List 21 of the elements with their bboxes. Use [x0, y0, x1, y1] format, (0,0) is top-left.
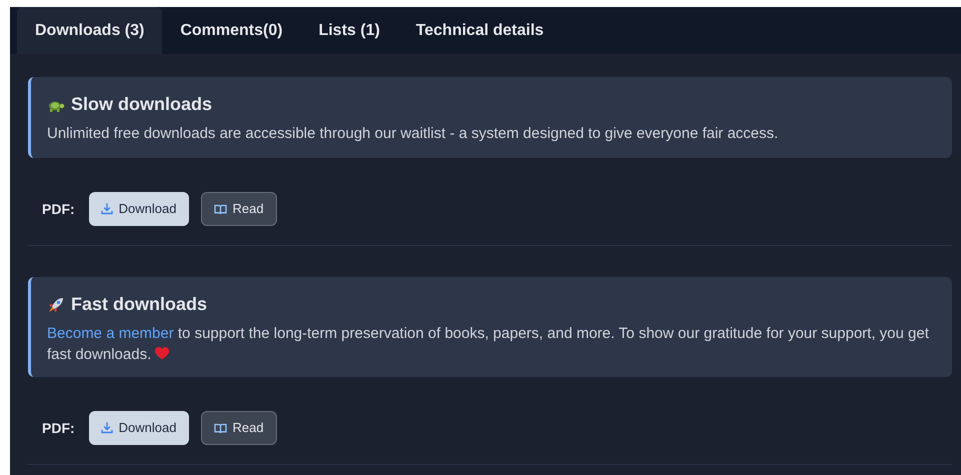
- rocket-icon: [47, 296, 65, 314]
- download-icon: [100, 203, 113, 215]
- card-text: Unlimited free downloads are accessible through our waitlist - a system designed to give everyone fair access.: [47, 124, 780, 144]
- download-button[interactable]: Download: [88, 192, 188, 226]
- card-text: Become a member to support the long-term preservation of books, papers, and more. To show our gratitude for your support, you get fast downloads.: [47, 324, 930, 365]
- read-button[interactable]: Read: [200, 411, 277, 445]
- heart-icon: [155, 347, 170, 360]
- format-label: PDF:: [42, 200, 75, 218]
- tab[interactable]: Lists (1): [300, 7, 398, 54]
- format-label: PDF:: [42, 418, 75, 438]
- tab[interactable]: Downloads (3): [17, 7, 162, 54]
- member-link[interactable]: Become a member: [47, 325, 174, 342]
- read-button[interactable]: Read: [200, 192, 277, 226]
- download-icon: [100, 422, 113, 434]
- card-title: Slow downloads: [71, 93, 212, 116]
- tab[interactable]: Comments(0): [162, 7, 301, 54]
- tab[interactable]: Technical details: [398, 7, 562, 54]
- download-button[interactable]: Download: [88, 411, 188, 445]
- book-icon: [214, 204, 226, 214]
- book-icon: [214, 422, 226, 434]
- card-title: Fast downloads: [71, 293, 208, 316]
